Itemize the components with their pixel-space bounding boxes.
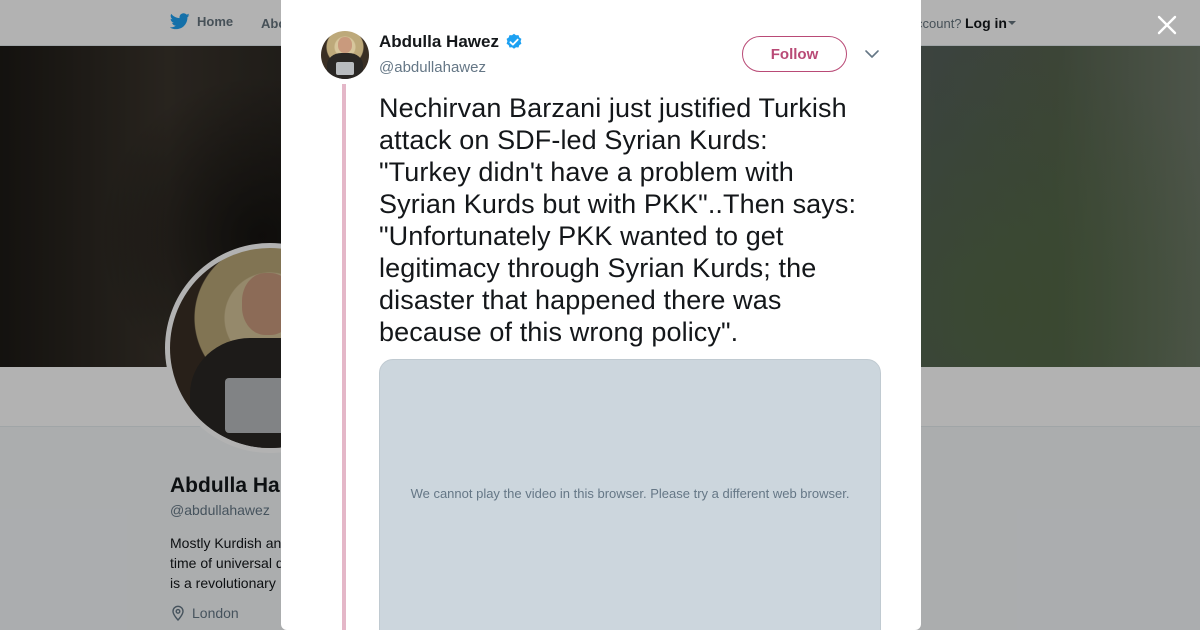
tweet-text-line: legitimacy through Syrian Kurds; the [379,253,817,283]
tweet-text-line: "Unfortunately PKK wanted to get [379,221,784,251]
avatar-laptop [336,62,354,75]
tweet-text-line: Syrian Kurds but with PKK"..Then says: [379,189,857,219]
video-player[interactable]: We cannot play the video in this browser… [379,359,881,630]
tweet-text-line: Nechirvan Barzani just justified Turkish [379,93,847,123]
thread-connector-line [342,84,346,630]
tweet-text: Nechirvan Barzani just justified Turkish… [379,92,889,348]
close-icon[interactable] [1155,13,1179,37]
tweet-author-handle[interactable]: @abdullahawez [379,59,486,76]
tweet-author-name[interactable]: Abdulla Hawez [379,32,499,52]
video-unsupported-message: We cannot play the video in this browser… [410,486,850,501]
verified-badge-icon [506,33,522,49]
tweet-text-line: disaster that happened there was [379,285,782,315]
tweet-text-line: attack on SDF-led Syrian Kurds: [379,125,768,155]
avatar-figure-face [338,37,352,53]
tweet-author-name-row[interactable]: Abdulla Hawez [379,32,523,52]
tweet-text-line: "Turkey didn't have a problem with [379,157,794,187]
tweet-text-line: because of this wrong policy". [379,317,739,347]
chevron-down-icon[interactable] [863,47,881,61]
tweet-modal: Abdulla Hawez @abdullahawez Follow Nechi… [281,0,921,630]
tweet-author-avatar[interactable] [321,31,369,79]
follow-button[interactable]: Follow [742,36,847,72]
